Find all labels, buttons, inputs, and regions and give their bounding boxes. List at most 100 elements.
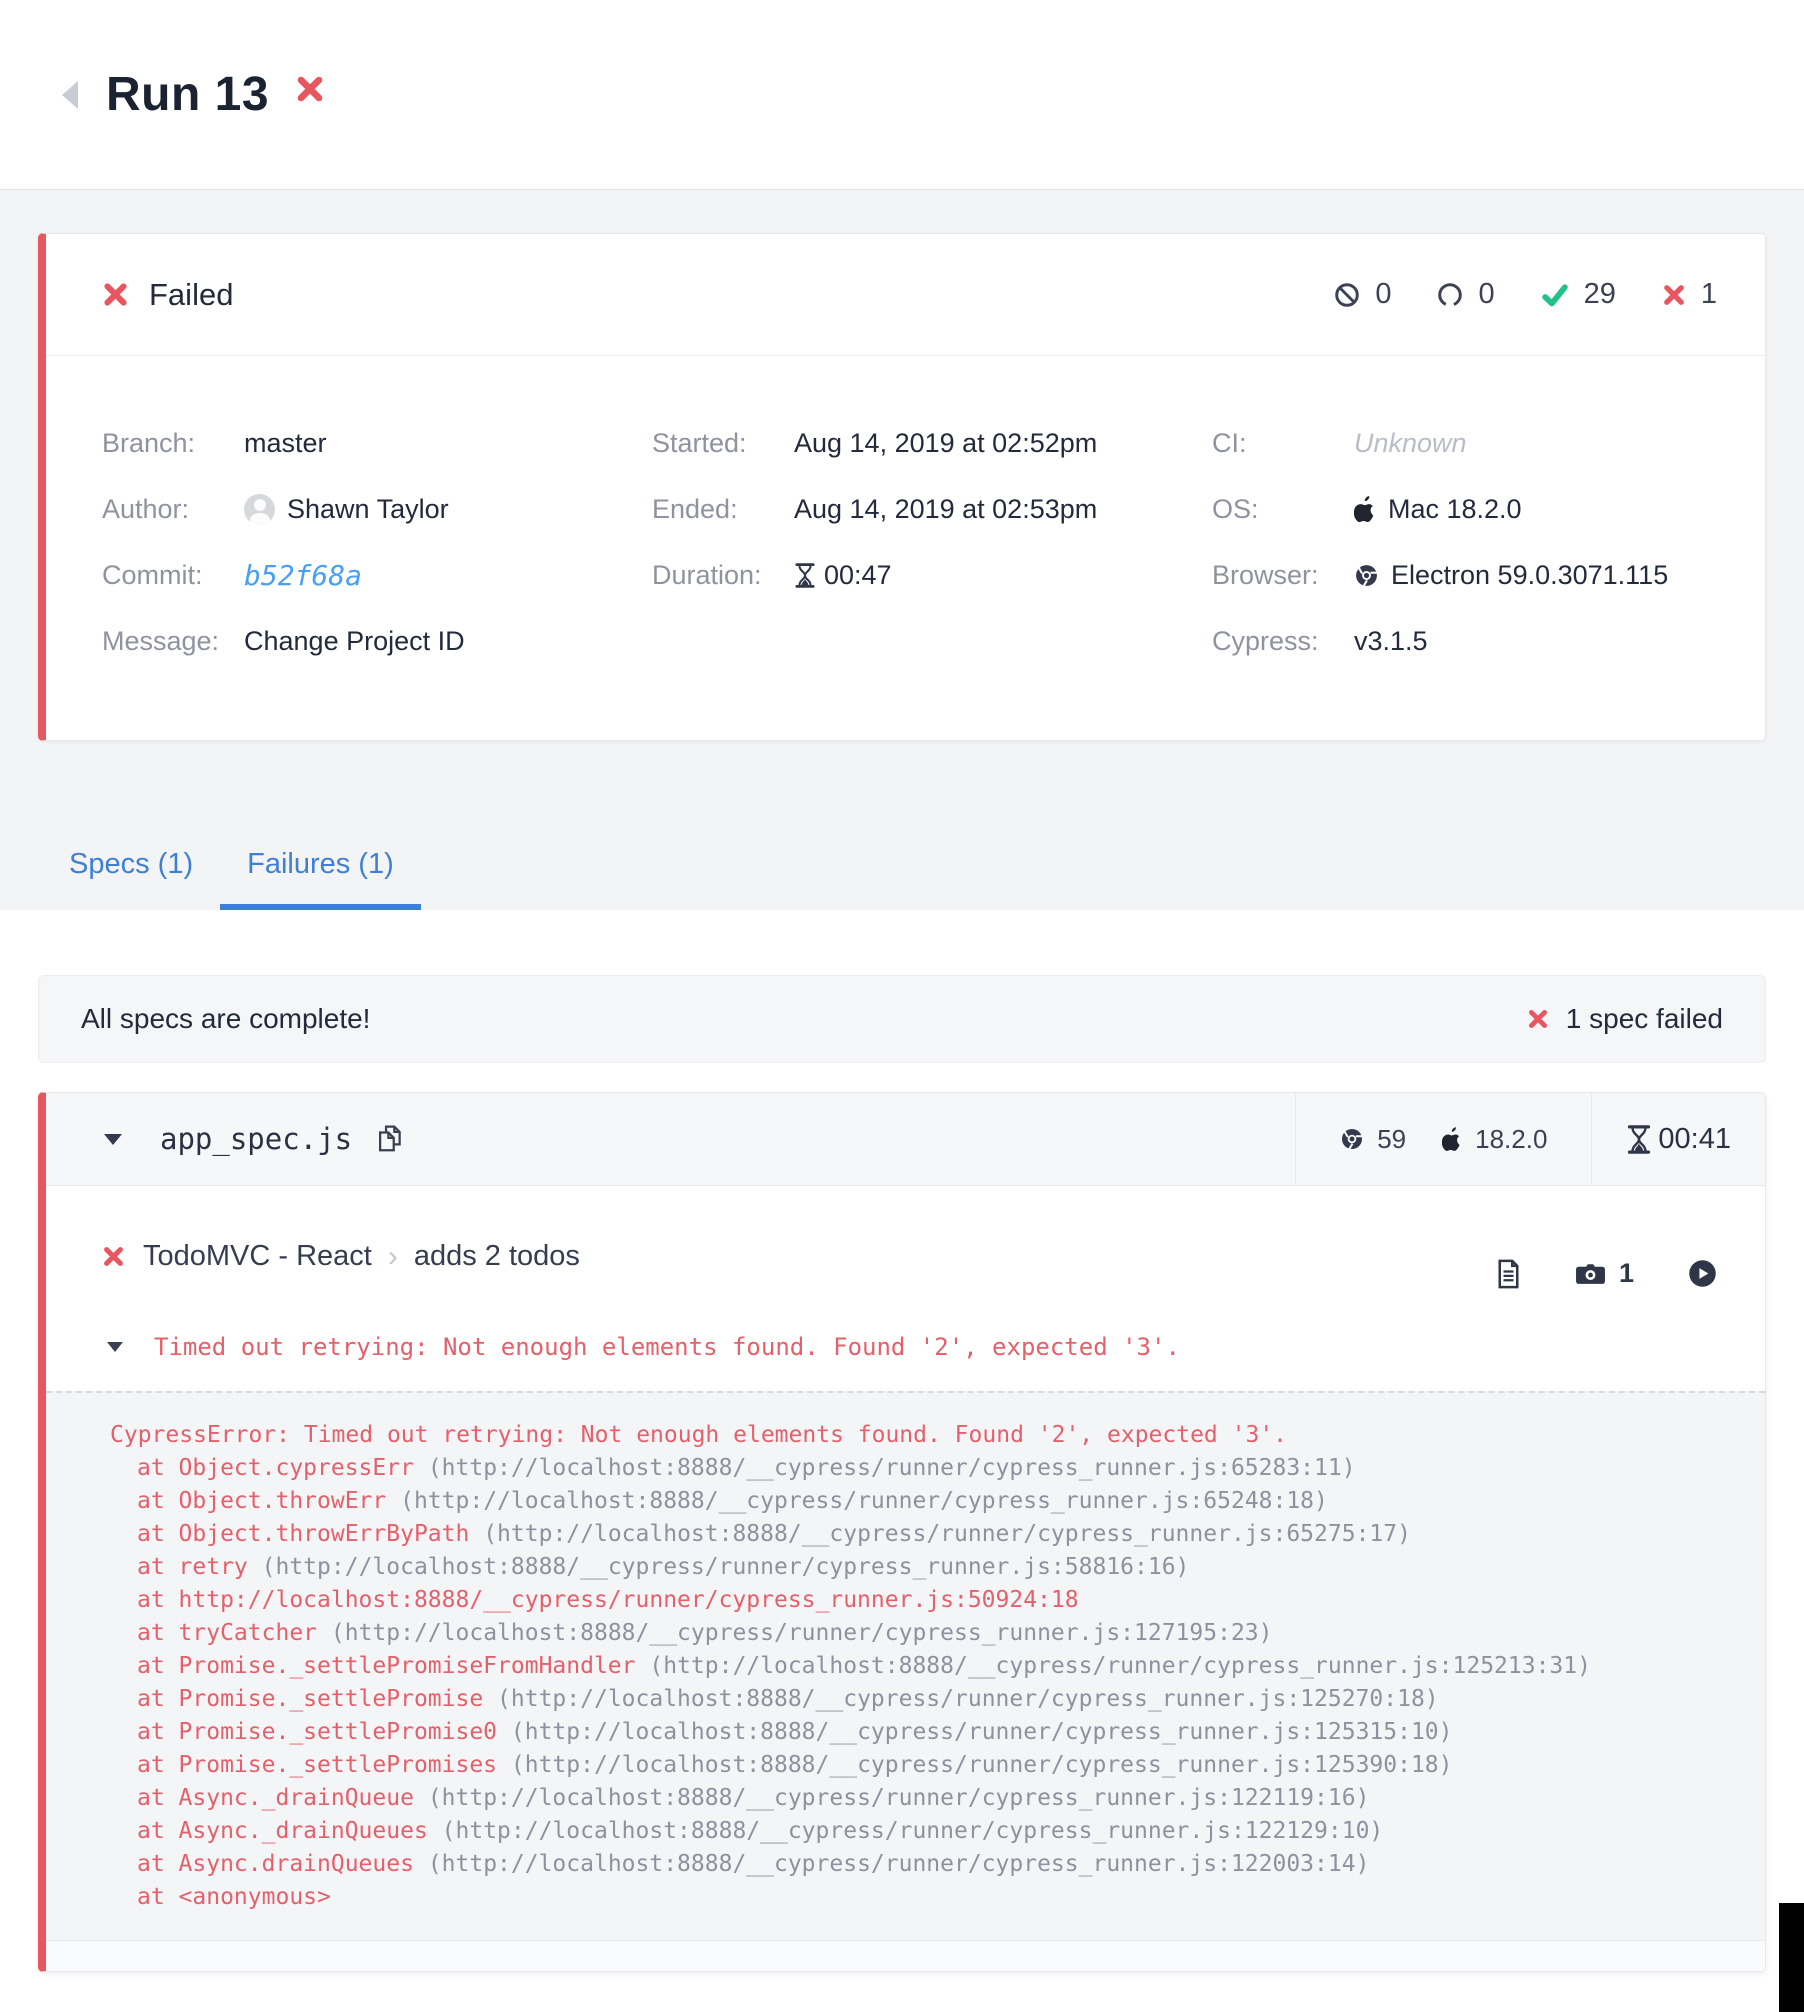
ended-value: Aug 14, 2019 at 02:53pm (794, 494, 1097, 525)
error-expand-caret-icon[interactable] (107, 1342, 123, 1352)
breadcrumb-chevron: › (388, 1240, 398, 1274)
spec-header[interactable]: app_spec.js (46, 1093, 1765, 1186)
stat-failed: 1 (1662, 278, 1717, 311)
avatar (244, 494, 275, 525)
passed-count: 29 (1584, 278, 1616, 311)
ended-label: Ended: (652, 494, 794, 525)
spec-filename: app_spec.js (160, 1122, 352, 1156)
message-label: Message: (102, 626, 244, 657)
pending-icon (1437, 282, 1463, 308)
browser-label: Browser: (1212, 560, 1354, 591)
complete-banner: All specs are complete! 1 spec failed (38, 975, 1766, 1063)
spec-card-footer (46, 1940, 1765, 1971)
spec-duration: 00:41 (1658, 1123, 1731, 1156)
started-label: Started: (652, 428, 794, 459)
run-failed-x-icon (295, 74, 325, 104)
os-row: OS: Mac 18.2.0 (1212, 476, 1765, 542)
stack-frame: at Object.cypressErr (http://localhost:8… (110, 1452, 1745, 1485)
tab-failures[interactable]: Failures (1) (220, 848, 421, 910)
banner-x-icon (1527, 1008, 1549, 1030)
camera-icon (1575, 1261, 1606, 1286)
run-summary-section: Failed 0 0 29 (0, 190, 1804, 910)
failed-count-x-icon (1662, 283, 1686, 307)
failed-x-icon (102, 281, 129, 308)
ci-label: CI: (1212, 428, 1354, 459)
spec-duration-cell: 00:41 (1591, 1093, 1765, 1185)
page-title: Run 13 (106, 67, 269, 122)
cypress-label: Cypress: (1212, 626, 1354, 657)
details-column-timing: Started: Aug 14, 2019 at 02:52pm Ended: … (652, 410, 1212, 674)
hourglass-icon (1626, 1125, 1652, 1154)
spec-os-version: 18.2.0 (1475, 1124, 1547, 1155)
commit-link[interactable]: b52f68a (244, 559, 362, 592)
failure-block: TodoMVC - React › adds 2 todos (46, 1186, 1765, 1391)
stack-frame: at http://localhost:8888/__cypress/runne… (110, 1584, 1745, 1617)
duration-row: Duration: 00:47 (652, 542, 1212, 608)
tab-specs[interactable]: Specs (1) (42, 848, 220, 910)
commit-label: Commit: (102, 560, 244, 591)
skipped-count: 0 (1375, 278, 1391, 311)
duration-label: Duration: (652, 560, 794, 591)
duration-value-wrap: 00:47 (794, 560, 892, 591)
browser-value: Electron 59.0.3071.115 (1391, 560, 1668, 591)
back-icon[interactable] (62, 81, 78, 109)
stack-frame: at Async._drainQueue (http://localhost:8… (110, 1782, 1745, 1815)
stat-passed: 29 (1541, 278, 1616, 311)
error-summary: Timed out retrying: Not enough elements … (154, 1333, 1180, 1361)
author-row: Author: Shawn Taylor (102, 476, 652, 542)
spec-card: app_spec.js (38, 1092, 1766, 1972)
run-status-label: Failed (149, 277, 233, 313)
stack-title: CypressError: Timed out retrying: Not en… (110, 1419, 1745, 1452)
spec-expand-caret-icon[interactable] (104, 1134, 122, 1145)
commit-row: Commit: b52f68a (102, 542, 652, 608)
run-card: Failed 0 0 29 (38, 233, 1766, 741)
failure-x-icon (102, 1245, 125, 1268)
branch-row: Branch: master (102, 410, 652, 476)
stack-frame: at tryCatcher (http://localhost:8888/__c… (110, 1617, 1745, 1650)
tab-bar: Specs (1) Failures (1) (38, 848, 1766, 910)
started-value: Aug 14, 2019 at 02:52pm (794, 428, 1097, 459)
spec-failed-count: 1 spec failed (1566, 1003, 1723, 1035)
stdout-document-icon[interactable] (1496, 1259, 1521, 1289)
browser-value-wrap: Electron 59.0.3071.115 (1354, 560, 1668, 591)
cypress-value: v3.1.5 (1354, 626, 1428, 657)
spec-browser-version: 59 (1377, 1124, 1406, 1155)
author-name: Shawn Taylor (287, 494, 449, 525)
failure-actions: 1 (1496, 1258, 1717, 1289)
ended-row: Ended: Aug 14, 2019 at 02:53pm (652, 476, 1212, 542)
cypress-row: Cypress: v3.1.5 (1212, 608, 1765, 674)
stat-skipped: 0 (1334, 278, 1391, 311)
ci-value: Unknown (1354, 428, 1467, 459)
skipped-icon (1334, 282, 1360, 308)
stack-frame: at Promise._settlePromise0 (http://local… (110, 1716, 1745, 1749)
failure-error-row: Timed out retrying: Not enough elements … (102, 1333, 1717, 1361)
started-row: Started: Aug 14, 2019 at 02:52pm (652, 410, 1212, 476)
os-value: Mac 18.2.0 (1388, 494, 1522, 525)
spec-meta: 59 18.2.0 (1295, 1093, 1765, 1185)
run-details: Branch: master Author: Shawn Taylor Comm… (46, 356, 1765, 740)
run-stats: 0 0 29 1 (1334, 278, 1717, 311)
screenshot-count: 1 (1619, 1258, 1634, 1289)
stack-frame: at Object.throwErrByPath (http://localho… (110, 1518, 1745, 1551)
os-value-wrap: Mac 18.2.0 (1354, 494, 1522, 525)
author-label: Author: (102, 494, 244, 525)
banner-status: 1 spec failed (1527, 1003, 1723, 1035)
ci-row: CI: Unknown (1212, 410, 1765, 476)
stack-trace: CypressError: Timed out retrying: Not en… (46, 1391, 1765, 1940)
stack-frame: at Object.throwErr (http://localhost:888… (110, 1485, 1745, 1518)
copy-icon[interactable] (376, 1124, 402, 1154)
failure-suite: TodoMVC - React (143, 1240, 372, 1273)
page-header: Run 13 (0, 0, 1804, 190)
stack-frame: at retry (http://localhost:8888/__cypres… (110, 1551, 1745, 1584)
screenshots-button[interactable]: 1 (1575, 1258, 1634, 1289)
message-value: Change Project ID (244, 626, 465, 657)
failures-panel: All specs are complete! 1 spec failed ap… (0, 975, 1804, 1972)
banner-message: All specs are complete! (81, 1003, 370, 1035)
chrome-icon (1354, 563, 1379, 588)
details-column-commit: Branch: master Author: Shawn Taylor Comm… (102, 410, 652, 674)
pending-count: 0 (1478, 278, 1494, 311)
duration-value: 00:47 (824, 560, 892, 591)
details-column-environment: CI: Unknown OS: Mac 18.2.0 Browser: (1212, 410, 1765, 674)
spec-env-cell: 59 18.2.0 (1295, 1093, 1591, 1185)
video-play-icon[interactable] (1688, 1259, 1717, 1288)
